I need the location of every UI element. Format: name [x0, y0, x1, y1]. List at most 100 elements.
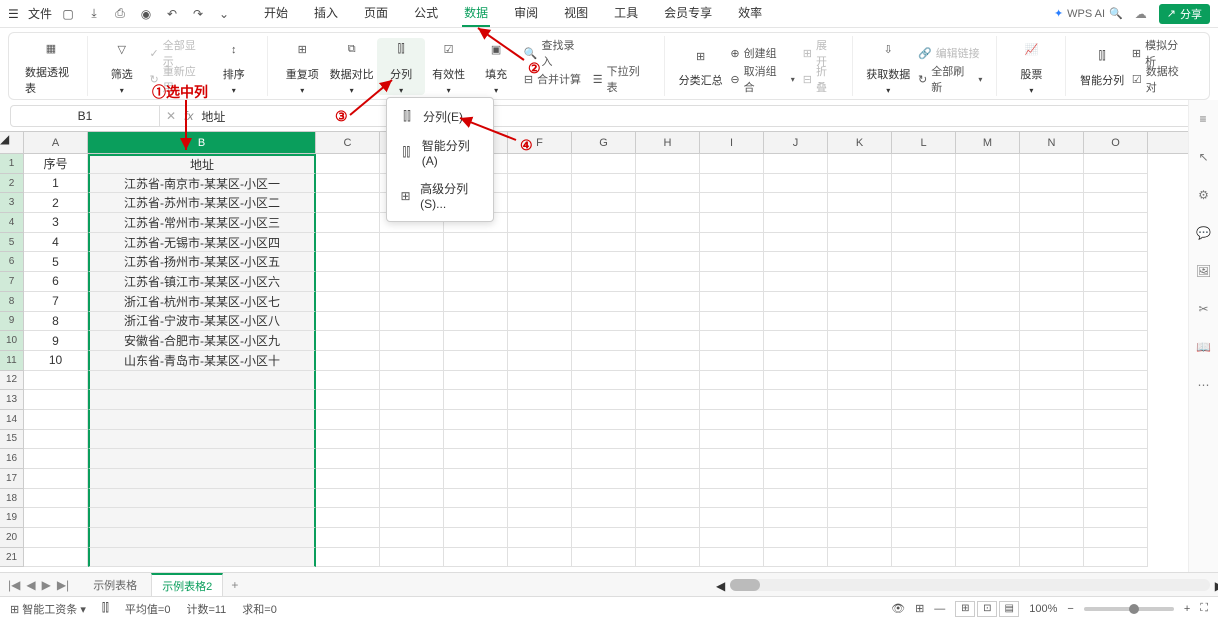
cell-L4[interactable]: [892, 213, 956, 233]
data-check-button[interactable]: ☑数据校对: [1128, 67, 1193, 91]
cell-O11[interactable]: [1084, 351, 1148, 371]
cell-B14[interactable]: [88, 410, 316, 430]
row-header[interactable]: 6: [0, 252, 24, 272]
col-header-O[interactable]: O: [1084, 132, 1148, 153]
cell-E6[interactable]: [444, 252, 508, 272]
cell-C5[interactable]: [316, 233, 380, 253]
row-header[interactable]: 1: [0, 154, 24, 174]
cell-I5[interactable]: [700, 233, 764, 253]
cell-L18[interactable]: [892, 489, 956, 509]
cell-F11[interactable]: [508, 351, 572, 371]
cell-K15[interactable]: [828, 430, 892, 450]
cell-B16[interactable]: [88, 449, 316, 469]
cell-I8[interactable]: [700, 292, 764, 312]
cell-F2[interactable]: [508, 174, 572, 194]
view-page-icon[interactable]: ⊡: [977, 601, 997, 617]
cell-E18[interactable]: [444, 489, 508, 509]
cell-M21[interactable]: [956, 548, 1020, 568]
zoom-in-icon[interactable]: +: [1184, 603, 1190, 615]
cell-F14[interactable]: [508, 410, 572, 430]
status-layout-icon[interactable]: ⫿⫿: [102, 602, 109, 615]
fill-button[interactable]: ▣填充▾: [472, 38, 519, 95]
row-header[interactable]: 12: [0, 371, 24, 391]
cell-B19[interactable]: [88, 508, 316, 528]
cell-E17[interactable]: [444, 469, 508, 489]
cell-M6[interactable]: [956, 252, 1020, 272]
cell-M9[interactable]: [956, 312, 1020, 332]
col-header-J[interactable]: J: [764, 132, 828, 153]
cell-F3[interactable]: [508, 193, 572, 213]
cell-E10[interactable]: [444, 331, 508, 351]
cell-M7[interactable]: [956, 272, 1020, 292]
cell-N18[interactable]: [1020, 489, 1084, 509]
cell-J6[interactable]: [764, 252, 828, 272]
cell-F9[interactable]: [508, 312, 572, 332]
cell-H10[interactable]: [636, 331, 700, 351]
cell-K9[interactable]: [828, 312, 892, 332]
cell-B7[interactable]: 江苏省-镇江市-某某区-小区六: [88, 272, 316, 292]
tab-vip[interactable]: 会员专享: [662, 0, 714, 27]
dash-icon[interactable]: —: [934, 603, 945, 615]
cell-G4[interactable]: [572, 213, 636, 233]
cell-H13[interactable]: [636, 390, 700, 410]
row-header[interactable]: 20: [0, 528, 24, 548]
filter-button[interactable]: ▽筛选▾: [98, 38, 145, 95]
cell-N17[interactable]: [1020, 469, 1084, 489]
tab-data[interactable]: 数据: [462, 0, 490, 27]
cell-D6[interactable]: [380, 252, 444, 272]
cell-E7[interactable]: [444, 272, 508, 292]
dropdown-split-e[interactable]: ⫿⫿分列(E): [387, 102, 493, 131]
scroll-left-icon[interactable]: ◀: [716, 579, 725, 593]
cell-I20[interactable]: [700, 528, 764, 548]
cell-J15[interactable]: [764, 430, 828, 450]
side-tools-icon[interactable]: ✂: [1195, 300, 1213, 318]
cell-M20[interactable]: [956, 528, 1020, 548]
side-chat-icon[interactable]: 💬: [1195, 224, 1213, 242]
cell-K3[interactable]: [828, 193, 892, 213]
cell-D12[interactable]: [380, 371, 444, 391]
collapse-button[interactable]: ⊟折叠: [799, 67, 842, 91]
cell-K18[interactable]: [828, 489, 892, 509]
col-header-L[interactable]: L: [892, 132, 956, 153]
col-header-M[interactable]: M: [956, 132, 1020, 153]
cell-E20[interactable]: [444, 528, 508, 548]
cell-K4[interactable]: [828, 213, 892, 233]
col-header-N[interactable]: N: [1020, 132, 1084, 153]
cell-K19[interactable]: [828, 508, 892, 528]
cell-N5[interactable]: [1020, 233, 1084, 253]
cell-B6[interactable]: 江苏省-扬州市-某某区-小区五: [88, 252, 316, 272]
side-book-icon[interactable]: 📖: [1195, 338, 1213, 356]
subtotal-button[interactable]: ⊞分类汇总: [675, 44, 726, 88]
cell-B9[interactable]: 浙江省-宁波市-某某区-小区八: [88, 312, 316, 332]
cell-B1[interactable]: 地址: [88, 154, 316, 174]
cell-B20[interactable]: [88, 528, 316, 548]
cell-H15[interactable]: [636, 430, 700, 450]
get-data-button[interactable]: ⇩获取数据▾: [863, 38, 914, 95]
cell-N13[interactable]: [1020, 390, 1084, 410]
cell-M16[interactable]: [956, 449, 1020, 469]
zoom-value[interactable]: 100%: [1029, 603, 1057, 615]
side-settings-icon[interactable]: ⚙: [1195, 186, 1213, 204]
cell-N16[interactable]: [1020, 449, 1084, 469]
cell-G3[interactable]: [572, 193, 636, 213]
cell-E8[interactable]: [444, 292, 508, 312]
cell-N9[interactable]: [1020, 312, 1084, 332]
cell-M14[interactable]: [956, 410, 1020, 430]
cell-E14[interactable]: [444, 410, 508, 430]
cell-A15[interactable]: [24, 430, 88, 450]
cell-I7[interactable]: [700, 272, 764, 292]
tab-formula[interactable]: 公式: [412, 0, 440, 27]
fx-icon[interactable]: fx: [184, 109, 193, 123]
cell-K5[interactable]: [828, 233, 892, 253]
cell-N11[interactable]: [1020, 351, 1084, 371]
cell-A14[interactable]: [24, 410, 88, 430]
ungroup-button[interactable]: ⊖取消组合▾: [726, 67, 798, 91]
cell-C7[interactable]: [316, 272, 380, 292]
cell-L6[interactable]: [892, 252, 956, 272]
cell-A1[interactable]: 序号: [24, 154, 88, 174]
cell-C16[interactable]: [316, 449, 380, 469]
cell-H20[interactable]: [636, 528, 700, 548]
row-header[interactable]: 19: [0, 508, 24, 528]
cell-I10[interactable]: [700, 331, 764, 351]
cell-B3[interactable]: 江苏省-苏州市-某某区-小区二: [88, 193, 316, 213]
